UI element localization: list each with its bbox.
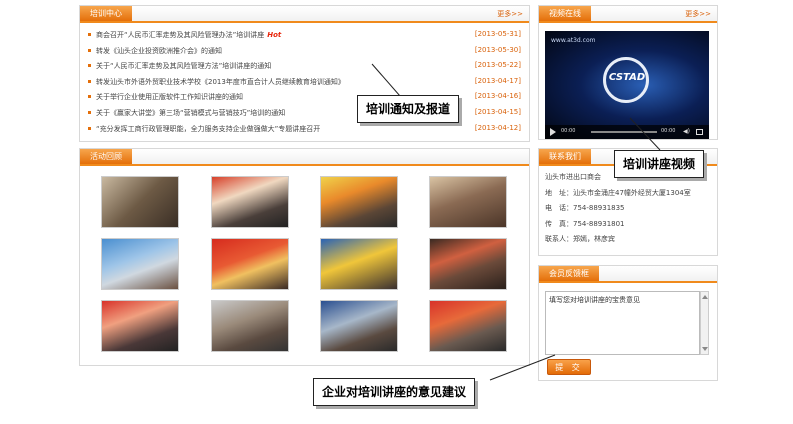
training-panel-header: 培训中心 更多>> [80, 6, 529, 23]
contact-person: 联系人：郑嫣，林彦宾 [545, 235, 615, 243]
news-date: [2013-04-17] [474, 76, 521, 85]
contact-phone: 电 话：754-88931835 [545, 204, 625, 212]
submit-button[interactable]: 提 交 [547, 359, 591, 375]
activity-photo[interactable] [211, 300, 289, 352]
feedback-textarea[interactable]: 填写您对培训讲座的宝贵意见 [545, 291, 700, 355]
news-date: [2013-05-22] [474, 61, 521, 70]
bullet-icon [88, 33, 91, 36]
news-date: [2013-04-12] [474, 123, 521, 132]
video-watermark-url: www.at3d.com [551, 37, 596, 44]
activity-photo[interactable] [320, 238, 398, 290]
feedback-panel-title: 会员反馈框 [539, 266, 599, 281]
contact-address: 地 址：汕头市金涌庄47幢外经贸大厦1304室 [545, 188, 691, 197]
video-panel-title: 视频在线 [539, 6, 591, 21]
news-date: [2013-05-31] [474, 30, 521, 38]
news-date: [2013-05-30] [474, 45, 521, 54]
activity-panel: 活动回顾 [79, 148, 530, 366]
news-date: [2013-04-15] [474, 107, 521, 116]
activity-photo[interactable] [101, 300, 179, 352]
news-title[interactable]: 关于“人民币汇率走势及其风险管理方法”培训讲座的通知 [96, 62, 271, 70]
contact-panel-title: 联系我们 [539, 149, 591, 164]
activity-photo[interactable] [211, 238, 289, 290]
feedback-panel: 会员反馈框 填写您对培训讲座的宝贵意见 提 交 [538, 265, 718, 381]
training-callout: 培训通知及报道 [357, 95, 460, 123]
training-more-link[interactable]: 更多>> [497, 9, 523, 19]
video-logo-text: CSTAD [608, 72, 646, 83]
video-callout: 培训讲座视频 [614, 150, 705, 178]
video-current-time: 00:00 [561, 128, 576, 134]
activity-photo[interactable] [101, 238, 179, 290]
activity-photo[interactable] [429, 238, 507, 290]
video-panel: 视频在线 更多>> www.at3d.com CSTAD 00:00 00:00… [538, 5, 718, 140]
list-item[interactable]: 转发汕头市外语外贸职业技术学校《2013年度市直合计人员继续教育培训通知》 [20… [88, 74, 521, 90]
activity-panel-header: 活动回顾 [80, 149, 529, 166]
scroll-up-icon[interactable] [702, 295, 708, 299]
activity-photo[interactable] [429, 300, 507, 352]
video-panel-header: 视频在线 更多>> [539, 6, 717, 23]
video-player[interactable]: www.at3d.com CSTAD 00:00 00:00 ◀) [545, 31, 709, 139]
hot-badge: Hot [267, 31, 282, 39]
news-title[interactable]: “充分发挥工商行政管理职能，全力服务支持企业做强做大”专题讲座召开 [96, 125, 320, 133]
feedback-panel-header: 会员反馈框 [539, 266, 717, 283]
activity-photo[interactable] [429, 176, 507, 228]
play-icon[interactable] [550, 128, 556, 136]
news-title[interactable]: 关于《赢家大讲堂》第三场“营销模式与营销技巧”培训的通知 [96, 109, 285, 117]
bullet-icon [88, 95, 91, 99]
activity-photo[interactable] [101, 176, 179, 228]
training-panel: 培训中心 更多>> 商会召开“人民币汇率走势及其风险管理办法”培训讲座 Hot [2… [79, 5, 530, 142]
training-news-list: 商会召开“人民币汇率走势及其风险管理办法”培训讲座 Hot [2013-05-31]… [80, 23, 529, 136]
video-more-link[interactable]: 更多>> [685, 9, 711, 19]
bullet-icon [88, 126, 91, 130]
contact-details: 汕头市进出口商会 地 址：汕头市金涌庄47幢外经贸大厦1304室 电 话：754… [539, 166, 717, 252]
feedback-scrollbar[interactable] [700, 291, 709, 355]
bullet-icon [88, 79, 91, 83]
news-title[interactable]: 转发《汕头企业投资欧洲推介会》的通知 [96, 47, 222, 55]
activity-panel-title: 活动回顾 [80, 149, 132, 164]
volume-icon[interactable]: ◀) [683, 128, 690, 135]
feedback-callout: 企业对培训讲座的意见建议 [313, 378, 476, 406]
news-title[interactable]: 关于举行企业使用正版软件工作知识讲座的通知 [96, 93, 243, 101]
activity-photo[interactable] [211, 176, 289, 228]
bullet-icon [88, 48, 91, 52]
news-title[interactable]: 商会召开“人民币汇率走势及其风险管理办法”培训讲座 [96, 31, 264, 39]
news-title[interactable]: 转发汕头市外语外贸职业技术学校《2013年度市直合计人员继续教育培训通知》 [96, 78, 345, 86]
bullet-icon [88, 64, 91, 68]
video-seek-bar[interactable] [591, 131, 657, 133]
scroll-down-icon[interactable] [702, 347, 708, 351]
list-item[interactable]: 转发《汕头企业投资欧洲推介会》的通知 [2013-05-30] [88, 43, 521, 59]
list-item[interactable]: 商会召开“人民币汇率走势及其风险管理办法”培训讲座 Hot [2013-05-31] [88, 27, 521, 43]
bullet-icon [88, 110, 91, 114]
contact-fax: 传 真：754-88931801 [545, 219, 625, 228]
news-date: [2013-04-16] [474, 92, 521, 101]
activity-photo[interactable] [320, 176, 398, 228]
video-duration: 00:00 [661, 128, 676, 134]
activity-photo[interactable] [320, 300, 398, 352]
training-panel-title: 培训中心 [80, 6, 132, 21]
fullscreen-icon[interactable] [696, 129, 703, 135]
video-controls: 00:00 00:00 ◀) [545, 125, 709, 139]
list-item[interactable]: 关于“人民币汇率走势及其风险管理方法”培训讲座的通知 [2013-05-22] [88, 58, 521, 74]
